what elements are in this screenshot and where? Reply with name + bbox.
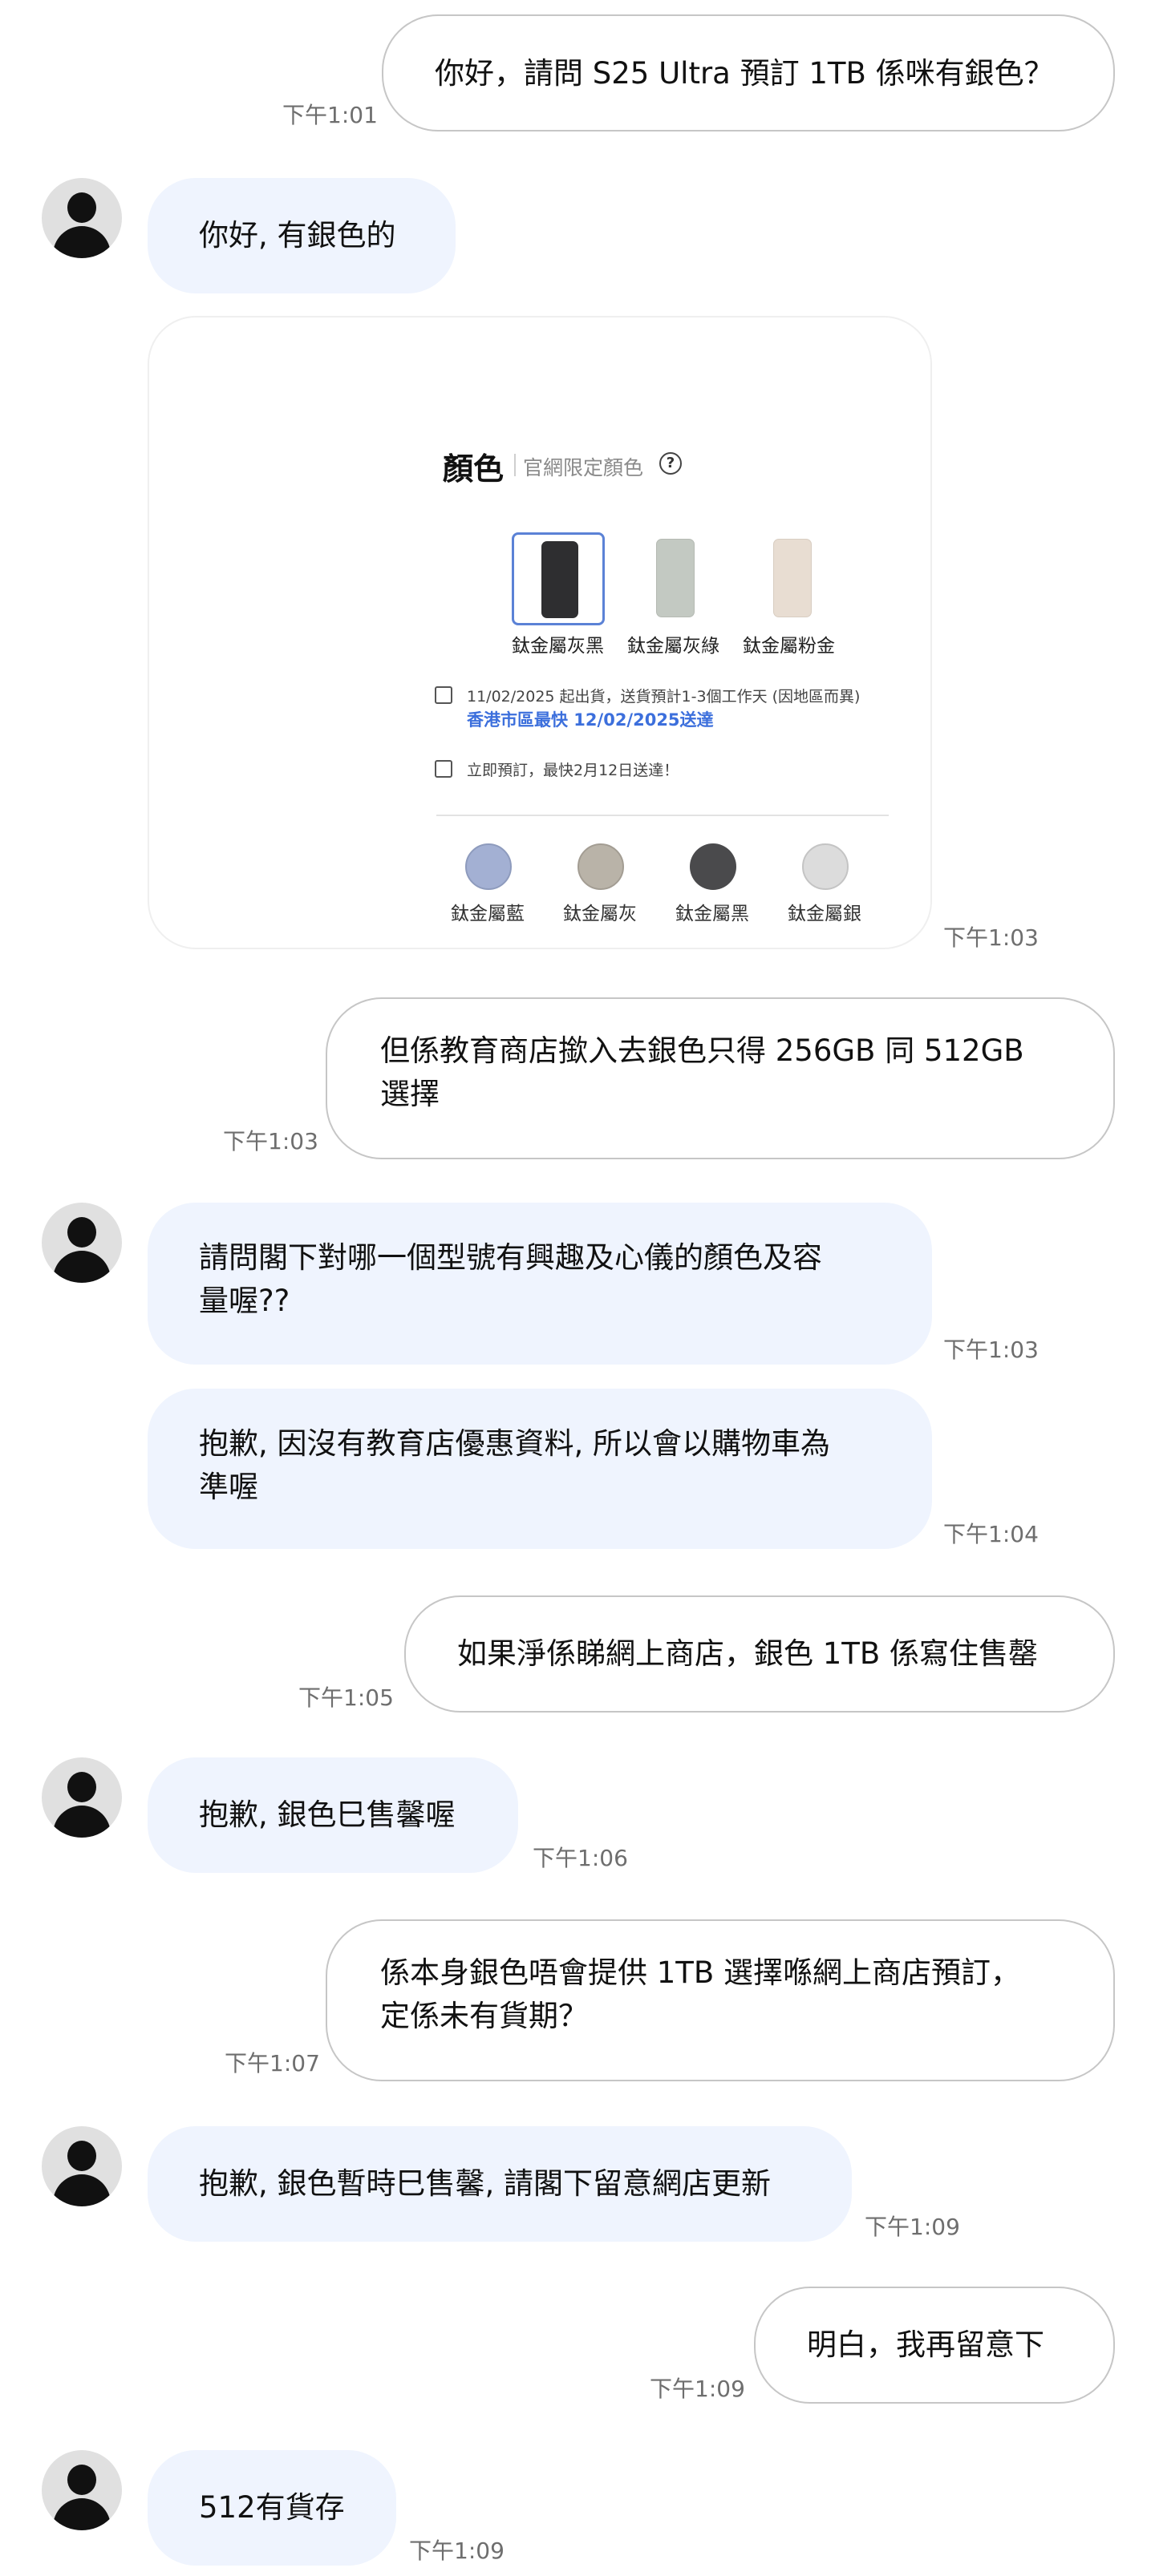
outgoing-message[interactable]: 但係教育商店撳入去銀色只得 256GB 同 512GB 選擇 <box>326 997 1115 1159</box>
message-time: 下午1:09 <box>865 2214 960 2240</box>
swatch-label: 鈦金屬灰 <box>563 904 637 924</box>
preorder-text: 立即預訂，最快2月12日送達！ <box>467 762 679 779</box>
color-swatch-blue[interactable] <box>465 843 512 890</box>
incoming-message[interactable]: 你好, 有銀色的 <box>148 178 456 293</box>
avatar-head-icon <box>67 192 96 223</box>
title-separator <box>514 454 516 476</box>
incoming-message[interactable]: 512有貨存 <box>148 2450 396 2566</box>
swatch-label: 鈦金屬藍 <box>451 904 525 924</box>
phone-image <box>656 539 695 617</box>
message-time: 下午1:03 <box>223 1128 318 1155</box>
avatar-body-icon <box>53 226 111 258</box>
message-text: 明白，我再留意下 <box>807 2327 1044 2362</box>
outgoing-message[interactable]: 明白，我再留意下 <box>754 2287 1115 2404</box>
message-text: 抱歉, 銀色巳售馨喔 <box>199 1798 456 1832</box>
phone-option-gray-green[interactable] <box>629 532 722 625</box>
phone-option-pink-gold[interactable] <box>746 532 839 625</box>
avatar-body-icon <box>53 2498 111 2530</box>
agent-avatar <box>42 2126 122 2206</box>
color-swatch-silver[interactable] <box>802 843 849 890</box>
incoming-message[interactable]: 抱歉, 因沒有教育店優惠資料, 所以會以購物車為 準喔 <box>148 1389 932 1549</box>
card-subtitle: 官網限定顏色 <box>523 456 644 479</box>
phone-option-label: 鈦金屬灰黑 <box>512 636 604 657</box>
message-text-line: 抱歉, 因沒有教育店優惠資料, 所以會以購物車為 <box>199 1426 831 1461</box>
message-text: 你好，請問 S25 Ultra 預訂 1TB 係咪有銀色？ <box>435 56 1054 91</box>
swatch-label: 鈦金屬銀 <box>788 904 861 924</box>
card-title: 顏色 <box>443 451 505 487</box>
swatch-label: 鈦金屬黑 <box>675 904 749 924</box>
phone-option-label: 鈦金屬粉金 <box>743 636 835 657</box>
incoming-message[interactable]: 抱歉, 銀色暫時巳售馨, 請閣下留意網店更新 <box>148 2126 852 2242</box>
avatar-head-icon <box>67 1772 96 1802</box>
color-swatch-black[interactable] <box>690 843 736 890</box>
agent-avatar <box>42 1203 122 1283</box>
agent-avatar <box>42 2450 122 2530</box>
question-circle-icon[interactable]: ? <box>659 452 682 475</box>
avatar-head-icon <box>67 2465 96 2495</box>
card-divider <box>436 815 889 816</box>
message-time: 下午1:05 <box>298 1684 394 1711</box>
message-text-line: 選擇 <box>380 1077 440 1111</box>
message-time: 下午1:07 <box>225 2050 320 2077</box>
incoming-message[interactable]: 抱歉, 銀色巳售馨喔 <box>148 1757 518 1873</box>
message-text-line: 定係未有貨期？ <box>380 1999 588 2033</box>
color-swatch-gray[interactable] <box>578 843 624 890</box>
message-text: 抱歉, 銀色暫時巳售馨, 請閣下留意網店更新 <box>199 2166 772 2201</box>
package-icon <box>435 760 452 778</box>
agent-avatar <box>42 1757 122 1838</box>
delivery-date-link[interactable]: 香港市區最快 12/02/2025送達 <box>467 707 714 731</box>
message-time: 下午1:01 <box>282 102 378 128</box>
outgoing-message[interactable]: 如果淨係睇網上商店，銀色 1TB 係寫住售罄 <box>404 1595 1115 1713</box>
package-icon <box>435 686 452 704</box>
message-time: 下午1:09 <box>650 2376 745 2402</box>
message-time: 下午1:03 <box>943 1337 1039 1363</box>
avatar-body-icon <box>53 2174 111 2206</box>
message-text: 512有貨存 <box>199 2490 345 2525</box>
message-text-line: 量喔?? <box>199 1284 290 1318</box>
message-text-line: 請問閣下對哪一個型號有興趣及心儀的顏色及容 <box>199 1240 822 1275</box>
incoming-message[interactable]: 請問閣下對哪一個型號有興趣及心儀的顏色及容 量喔?? <box>148 1203 932 1365</box>
outgoing-message[interactable]: 你好，請問 S25 Ultra 預訂 1TB 係咪有銀色？ <box>382 14 1115 131</box>
phone-image <box>773 539 812 617</box>
outgoing-message[interactable]: 係本身銀色唔會提供 1TB 選擇喺網上商店預訂， 定係未有貨期？ <box>326 1919 1115 2081</box>
shipping-date-text: 11/02/2025 起出貨，送貨預計1-3個工作天 (因地區而異) <box>467 688 861 706</box>
phone-option-label: 鈦金屬灰綠 <box>627 636 719 657</box>
message-text-line: 準喔 <box>199 1470 258 1504</box>
phone-option-gray-black[interactable] <box>512 532 605 625</box>
avatar-body-icon <box>53 1251 111 1283</box>
phone-image <box>541 541 578 618</box>
avatar-body-icon <box>53 1806 111 1838</box>
avatar-head-icon <box>67 2141 96 2171</box>
message-text: 如果淨係睇網上商店，銀色 1TB 係寫住售罄 <box>457 1636 1039 1671</box>
avatar-head-icon <box>67 1217 96 1248</box>
message-text-line: 但係教育商店撳入去銀色只得 256GB 同 512GB <box>380 1033 1024 1068</box>
message-time: 下午1:09 <box>409 2538 505 2564</box>
product-color-card[interactable]: 顏色 官網限定顏色 ? 鈦金屬灰黑 鈦金屬灰綠 鈦金屬粉金 11/02/2025… <box>148 316 932 949</box>
message-text-line: 係本身銀色唔會提供 1TB 選擇喺網上商店預訂， <box>380 1955 1021 1990</box>
message-time: 下午1:03 <box>943 924 1039 951</box>
message-text: 你好, 有銀色的 <box>199 218 396 253</box>
agent-avatar <box>42 178 122 258</box>
message-time: 下午1:06 <box>533 1845 628 1871</box>
message-time: 下午1:04 <box>943 1521 1039 1547</box>
